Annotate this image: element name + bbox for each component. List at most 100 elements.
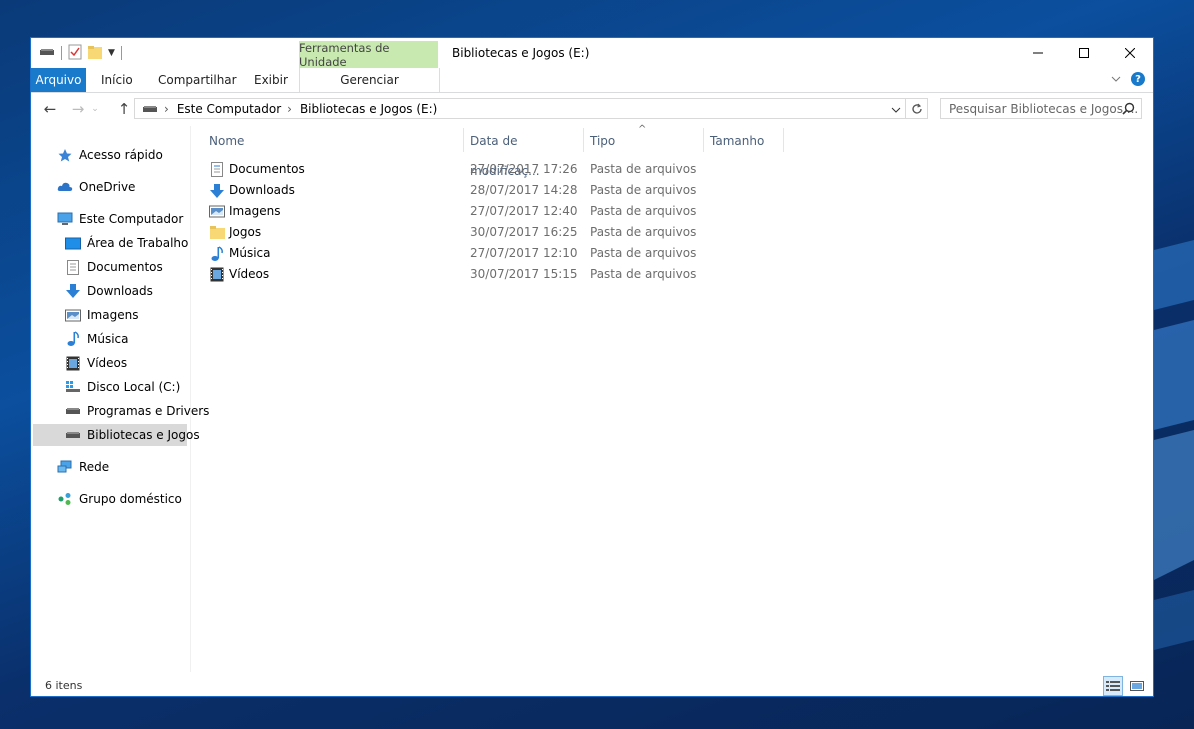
list-item[interactable]: Vídeos 30/07/2017 15:15 Pasta de arquivo…	[209, 264, 1149, 285]
toolbar-separator	[61, 46, 62, 60]
properties-icon[interactable]	[68, 44, 82, 63]
file-name-label: Vídeos	[229, 267, 270, 281]
breadcrumb-chevron-icon[interactable]: ›	[287, 102, 292, 116]
sidebar-item-disco-local-c[interactable]: Disco Local (C:)	[65, 376, 180, 398]
minimize-button[interactable]	[1015, 38, 1061, 68]
homegroup-icon	[57, 491, 73, 507]
sort-ascending-icon: ^	[638, 124, 647, 135]
file-type: Pasta de arquivos	[590, 246, 697, 260]
new-folder-icon[interactable]	[88, 45, 102, 62]
details-view-icon	[1106, 681, 1120, 691]
quick-access-toolbar: ▼	[39, 44, 122, 62]
sidebar-item-este-computador[interactable]: Este Computador	[57, 208, 183, 230]
image-icon	[209, 204, 225, 220]
file-type: Pasta de arquivos	[590, 225, 697, 239]
sidebar-item-label: Disco Local (C:)	[87, 380, 181, 394]
caption-buttons	[1015, 38, 1153, 68]
sidebar-item-area-de-trabalho[interactable]: Área de Trabalho	[65, 232, 188, 254]
recent-locations-chevron-icon[interactable]: ⌄	[85, 100, 105, 118]
sidebar-item-acesso-rapido[interactable]: Acesso rápido	[57, 144, 163, 166]
large-icons-view-icon	[1130, 681, 1144, 691]
file-date: 27/07/2017 17:26	[470, 162, 578, 176]
item-count: 6 itens	[45, 679, 83, 692]
video-icon	[65, 355, 81, 371]
sidebar-item-label: Este Computador	[79, 212, 184, 226]
navigation-pane: Acesso rápido OneDrive Este Computador Á…	[31, 126, 209, 672]
sidebar-item-grupo-domestico[interactable]: Grupo doméstico	[57, 488, 182, 510]
sidebar-item-musica[interactable]: Música	[65, 328, 129, 350]
column-header-tamanho[interactable]: Tamanho	[704, 126, 784, 156]
context-tab-group-label: Ferramentas de Unidade	[299, 41, 438, 69]
sidebar-item-downloads[interactable]: Downloads	[65, 280, 153, 302]
large-icons-view-button[interactable]	[1127, 676, 1147, 696]
search-input[interactable]: Pesquisar Bibliotecas e Jogos ...	[940, 98, 1142, 119]
list-item[interactable]: Imagens 27/07/2017 12:40 Pasta de arquiv…	[209, 201, 1149, 222]
tab-inicio[interactable]: Início	[101, 68, 133, 92]
list-item[interactable]: Música 27/07/2017 12:10 Pasta de arquivo…	[209, 243, 1149, 264]
address-bar[interactable]: › Este Computador › Bibliotecas e Jogos …	[134, 98, 906, 119]
music-icon	[209, 245, 225, 262]
breadcrumb-current[interactable]: Bibliotecas e Jogos (E:)	[300, 102, 437, 116]
tab-gerenciar[interactable]: Gerenciar	[299, 68, 440, 92]
breadcrumb-chevron-icon[interactable]: ›	[164, 102, 169, 116]
star-icon	[57, 147, 73, 163]
back-button[interactable]: ←	[40, 100, 60, 118]
file-name: Downloads	[209, 180, 295, 201]
sidebar-item-label: Rede	[79, 460, 110, 474]
explorer-window: ▼ Ferramentas de Unidade Bibliotecas e J…	[30, 37, 1154, 697]
window-title: Bibliotecas e Jogos (E:)	[452, 46, 590, 60]
tab-compartilhar[interactable]: Compartilhar	[158, 68, 237, 92]
title-bar: ▼ Ferramentas de Unidade Bibliotecas e J…	[31, 38, 1153, 69]
refresh-icon	[911, 103, 922, 114]
sidebar-item-rede[interactable]: Rede	[57, 456, 109, 478]
file-name: Vídeos	[209, 264, 269, 285]
file-name-label: Jogos	[229, 225, 262, 239]
navigation-bar: ← → ⌄ ↑ › Este Computador › Bibliotecas …	[31, 93, 1153, 125]
sidebar-item-bibliotecas-e-jogos[interactable]: Bibliotecas e Jogos	[33, 424, 200, 446]
help-icon[interactable]: ?	[1131, 72, 1145, 86]
status-bar: 6 itens	[31, 674, 1153, 698]
column-header-data[interactable]: Data de modificaç...	[464, 126, 584, 178]
document-icon	[65, 259, 81, 275]
sidebar-item-videos[interactable]: Vídeos	[65, 352, 127, 374]
file-date: 27/07/2017 12:40	[470, 204, 578, 218]
maximize-button[interactable]	[1061, 38, 1107, 68]
search-icon[interactable]	[1122, 102, 1135, 118]
details-view-button[interactable]	[1103, 676, 1123, 696]
tab-exibir[interactable]: Exibir	[254, 68, 288, 92]
sidebar-item-label: Grupo doméstico	[79, 492, 182, 506]
network-icon	[57, 459, 73, 475]
close-button[interactable]	[1107, 38, 1153, 68]
column-header-nome[interactable]: Nome	[203, 126, 463, 156]
video-icon	[209, 267, 225, 283]
sidebar-item-imagens[interactable]: Imagens	[65, 304, 138, 326]
sidebar-item-onedrive[interactable]: OneDrive	[57, 176, 135, 198]
search-placeholder: Pesquisar Bibliotecas e Jogos ...	[949, 101, 1139, 116]
file-date: 30/07/2017 15:15	[470, 267, 578, 281]
file-type: Pasta de arquivos	[590, 267, 697, 281]
toolbar-separator	[120, 46, 122, 60]
customize-toolbar-icon[interactable]: ▼	[108, 48, 115, 58]
sidebar-item-label: Downloads	[87, 284, 153, 298]
sidebar-item-programas-e-drivers[interactable]: Programas e Drivers	[65, 400, 209, 422]
breadcrumb-este-computador[interactable]: Este Computador	[177, 102, 281, 116]
file-type: Pasta de arquivos	[590, 204, 697, 218]
sidebar-item-label: Bibliotecas e Jogos	[87, 428, 200, 442]
list-item[interactable]: Downloads 28/07/2017 14:28 Pasta de arqu…	[209, 180, 1149, 201]
expand-ribbon-icon[interactable]	[1111, 72, 1121, 86]
sidebar-item-documentos[interactable]: Documentos	[65, 256, 163, 278]
address-dropdown-icon[interactable]	[891, 103, 901, 117]
sidebar-item-label: Área de Trabalho	[87, 236, 189, 250]
download-icon	[209, 183, 225, 199]
list-item[interactable]: Documentos 27/07/2017 17:26 Pasta de arq…	[209, 159, 1149, 180]
file-type: Pasta de arquivos	[590, 183, 697, 197]
up-button[interactable]: ↑	[114, 100, 134, 118]
tab-arquivo[interactable]: Arquivo	[31, 68, 86, 92]
column-divider[interactable]	[783, 128, 784, 152]
list-item[interactable]: Jogos 30/07/2017 16:25 Pasta de arquivos	[209, 222, 1149, 243]
sidebar-item-label: OneDrive	[79, 180, 136, 194]
file-type: Pasta de arquivos	[590, 162, 697, 176]
view-switcher	[1103, 676, 1147, 696]
windows-drive-icon	[65, 379, 81, 395]
refresh-button[interactable]	[906, 98, 928, 119]
